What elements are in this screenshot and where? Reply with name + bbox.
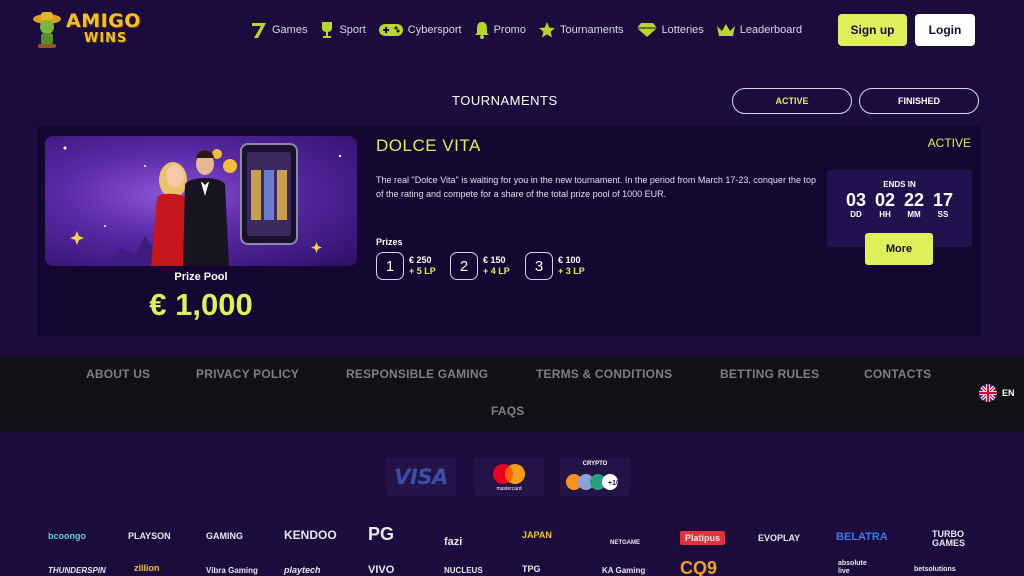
star-icon [538, 20, 556, 40]
nav-item-tournaments[interactable]: Tournaments [538, 20, 624, 40]
prize-lp: + 4 LP [483, 266, 510, 276]
mastercard-icon [493, 464, 525, 484]
provider-playtech[interactable]: playtech [284, 565, 321, 575]
provider-kendoo[interactable]: KENDOO [284, 528, 337, 542]
mascot-icon [33, 12, 61, 48]
trophy-icon [319, 20, 335, 40]
countdown-days: 03 DD [845, 190, 867, 219]
provider-thunderspin[interactable]: THUNDERSPIN [48, 566, 106, 575]
prize-lp: + 3 LP [558, 266, 585, 276]
bell-icon [474, 20, 490, 40]
footer-link-contacts[interactable]: CONTACTS [864, 367, 931, 381]
logo[interactable]: AMIGO WINS [32, 10, 144, 52]
prize-pool-label: Prize Pool [174, 271, 228, 283]
prizes-label: Prizes [376, 237, 403, 247]
prize-amount: € 250 [409, 255, 432, 265]
prize-pool-amount: € 1,000 [149, 287, 253, 322]
footer-link-betting-rules[interactable]: BETTING RULES [720, 367, 819, 381]
provider-tpg[interactable]: TPG [522, 564, 541, 574]
tournament-banner-image[interactable] [45, 136, 357, 266]
nav-item-lotteries[interactable]: Lotteries [636, 20, 704, 40]
ends-in-label: ENDS IN [883, 180, 916, 189]
language-selector[interactable]: EN [979, 384, 1015, 402]
countdown-seconds: 17 SS [932, 190, 954, 219]
nav-item-cybersport[interactable]: Cybersport [378, 20, 462, 40]
provider-belatra[interactable]: BELATRA [836, 531, 888, 543]
page-title: TOURNAMENTS [452, 93, 558, 108]
provider-platipus[interactable]: Platipus [680, 531, 726, 545]
logo-text-top: AMIGO [66, 10, 141, 32]
provider-nucleus[interactable]: NUCLEUS [444, 566, 483, 575]
nav-item-games[interactable]: Games [250, 20, 307, 40]
provider-vibra-gaming[interactable]: Vibra Gaming [206, 566, 258, 575]
nav-item-promo[interactable]: Promo [474, 20, 526, 40]
provider-netgame[interactable]: NETGAME [610, 540, 640, 546]
login-button[interactable]: Login [915, 14, 975, 46]
nav-label: Tournaments [559, 24, 624, 36]
prize-rank: 1 [376, 252, 404, 280]
prize-lp: + 5 LP [409, 266, 436, 276]
nav-item-sport[interactable]: Sport [319, 20, 366, 40]
provider-fazi[interactable]: fazi [444, 536, 462, 548]
prize-amount: € 150 [483, 255, 506, 265]
provider-pg[interactable]: PG [368, 524, 394, 545]
prize-rank: 2 [450, 252, 478, 280]
signup-button[interactable]: Sign up [838, 14, 907, 46]
prize-amount: € 100 [558, 255, 581, 265]
countdown-minutes: 22 MM [903, 190, 925, 219]
provider-turbo-games[interactable]: TURBO GAMES [932, 530, 972, 548]
mastercard-logo: mastercard [474, 458, 544, 496]
nav-label: Promo [493, 24, 526, 36]
prize-item: 2 € 150 + 4 LP [450, 252, 510, 280]
nav-label: Cybersport [407, 24, 462, 36]
provider-vivo[interactable]: VIVO [368, 564, 394, 576]
gamepad-icon [378, 20, 404, 40]
uk-flag-icon [979, 384, 997, 402]
provider-japan[interactable]: JAPAN [522, 530, 552, 540]
provider-absolute-live[interactable]: absolute live [838, 560, 878, 576]
visa-logo: VISA [386, 458, 456, 496]
provider-gaming[interactable]: GAMING [206, 531, 243, 541]
filter-active-button[interactable]: ACTIVE [732, 88, 852, 114]
nav-label: Sport [339, 24, 366, 36]
status-badge: ACTIVE [927, 136, 971, 150]
more-button[interactable]: More [865, 233, 933, 265]
footer-link-about[interactable]: ABOUT US [86, 367, 150, 381]
footer-link-terms[interactable]: TERMS & CONDITIONS [536, 367, 672, 381]
prize-rank: 3 [525, 252, 553, 280]
crypto-logo: CRYPTO +10 [560, 458, 630, 496]
header: AMIGO WINS Games Sport Cybersport Promo … [0, 0, 1024, 62]
footer-link-privacy[interactable]: PRIVACY POLICY [196, 367, 299, 381]
nav-label: Leaderboard [739, 24, 803, 36]
main-nav: Games Sport Cybersport Promo Tournaments [250, 19, 814, 41]
crown-icon [716, 20, 736, 40]
tournament-card: Prize Pool € 1,000 DOLCE VITA ACTIVE The… [37, 126, 981, 336]
prize-item: 1 € 250 + 5 LP [376, 252, 436, 280]
tournament-description: The real "Dolce Vita" is waiting for you… [376, 175, 816, 199]
footer-link-responsible-gaming[interactable]: RESPONSIBLE GAMING [346, 367, 488, 381]
nav-label: Games [272, 24, 308, 36]
nav-item-leaderboard[interactable]: Leaderboard [716, 20, 802, 40]
footer-links: ABOUT US PRIVACY POLICY RESPONSIBLE GAMI… [0, 356, 1024, 431]
crypto-more: +10 [608, 480, 620, 487]
seven-icon [250, 20, 268, 40]
provider-cq9[interactable]: CQ9 [680, 558, 717, 576]
provider-evoplay[interactable]: EVOPLAY [758, 533, 800, 543]
nav-label: Lotteries [661, 24, 704, 36]
provider-betsolutions[interactable]: betsolutions [914, 566, 956, 573]
provider-playson[interactable]: PLAYSON [128, 531, 171, 541]
diamond-icon [636, 20, 658, 40]
prize-item: 3 € 100 + 3 LP [525, 252, 585, 280]
tournament-title[interactable]: DOLCE VITA [376, 136, 481, 156]
countdown-hours: 02 HH [874, 190, 896, 219]
filter-finished-button[interactable]: FINISHED [859, 88, 979, 114]
provider-ka-gaming[interactable]: KA Gaming [602, 566, 645, 575]
footer-link-faqs[interactable]: FAQS [491, 404, 524, 418]
provider-bcoongo[interactable]: bcoongo [48, 531, 86, 541]
logo-text-bottom: WINS [84, 31, 128, 46]
language-label: EN [1002, 388, 1015, 398]
provider-zillion[interactable]: zillion [134, 563, 160, 573]
